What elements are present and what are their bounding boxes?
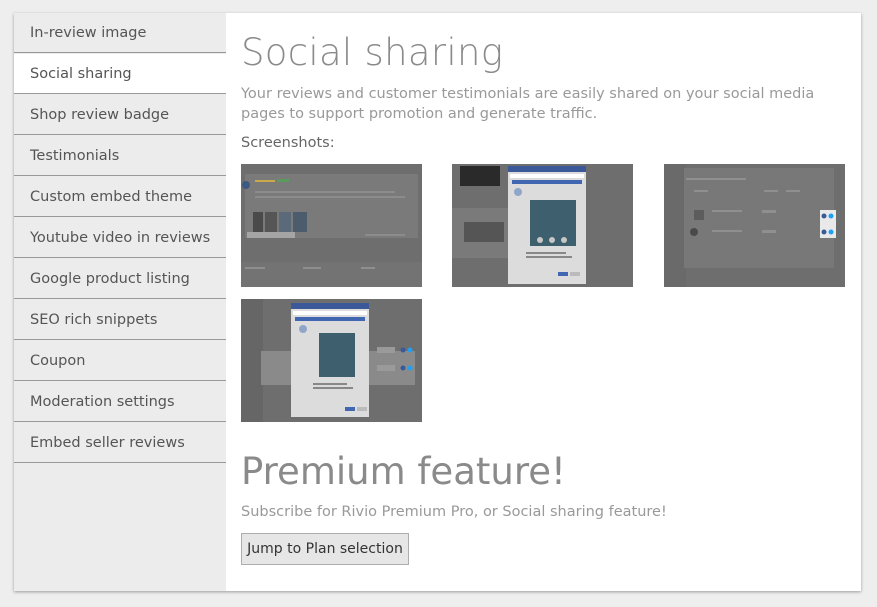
sidebar-item-seo-rich-snippets[interactable]: SEO rich snippets xyxy=(14,300,226,340)
sidebar-item-moderation-settings[interactable]: Moderation settings xyxy=(14,382,226,422)
premium-title: Premium feature! xyxy=(241,450,566,493)
sidebar: In-review image integration Social shari… xyxy=(14,13,226,591)
sidebar-item-embed-seller-reviews[interactable]: Embed seller reviews xyxy=(14,423,226,463)
sidebar-item-custom-embed-theme[interactable]: Custom embed theme xyxy=(14,177,226,217)
sidebar-item-social-sharing[interactable]: Social sharing xyxy=(14,54,226,94)
sidebar-item-shop-review-badge[interactable]: Shop review badge xyxy=(14,95,226,135)
moderation-list-preview xyxy=(664,164,845,287)
sidebar-item-in-review-image-integration[interactable]: In-review image integration xyxy=(14,13,226,81)
main-panel: In-review image integration Social shari… xyxy=(14,13,861,591)
jump-to-plan-selection-button[interactable]: Jump to Plan selection xyxy=(241,533,409,565)
share-popup-preview xyxy=(452,164,633,287)
share-dialog-admin-preview xyxy=(241,299,422,422)
screenshots-label: Screenshots: xyxy=(241,135,335,151)
screenshot-thumbnail-2[interactable] xyxy=(452,164,633,287)
screenshot-thumbnail-1[interactable] xyxy=(241,164,422,287)
review-widget-preview xyxy=(241,164,422,287)
sidebar-item-coupon[interactable]: Coupon xyxy=(14,341,226,381)
sidebar-item-youtube-video[interactable]: Youtube video in reviews xyxy=(14,218,226,258)
content-area: Social sharing Your reviews and customer… xyxy=(226,13,861,591)
screenshot-thumbnail-4[interactable] xyxy=(241,299,422,422)
premium-description: Subscribe for Rivio Premium Pro, or Soci… xyxy=(241,504,667,520)
sidebar-item-testimonials[interactable]: Testimonials xyxy=(14,136,226,176)
feature-description: Your reviews and customer testimonials a… xyxy=(241,86,815,122)
screenshot-thumbnail-3[interactable] xyxy=(664,164,845,287)
page-title: Social sharing xyxy=(241,31,504,74)
sidebar-item-google-product-listing[interactable]: Google product listing xyxy=(14,259,226,299)
